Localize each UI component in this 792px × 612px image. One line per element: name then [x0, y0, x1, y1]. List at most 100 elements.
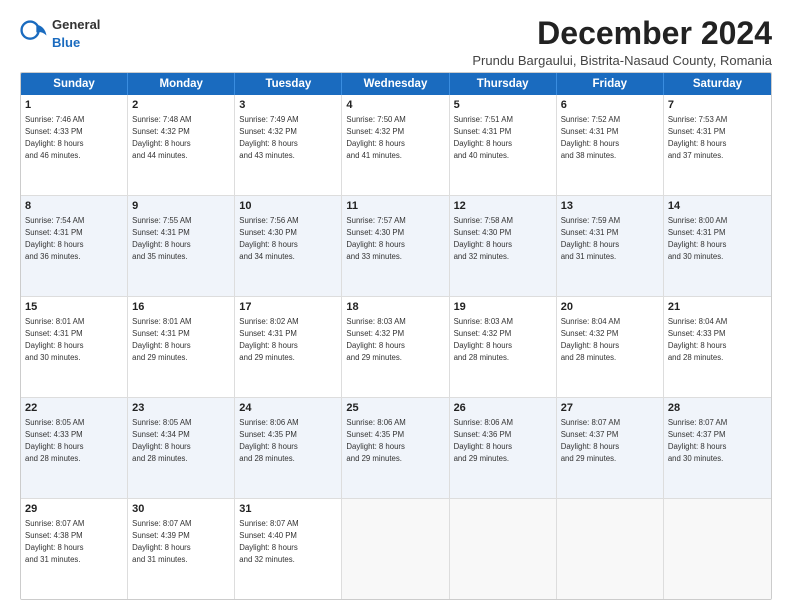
- empty-cell: [342, 499, 449, 599]
- day-number: 16: [132, 300, 230, 315]
- day-cell-24: 24 Sunrise: 8:06 AM Sunset: 4:35 PM Dayli…: [235, 398, 342, 498]
- day-number: 26: [454, 401, 552, 416]
- day-number: 15: [25, 300, 123, 315]
- header-day-thursday: Thursday: [450, 73, 557, 95]
- day-info: Sunrise: 7:54 AM Sunset: 4:31 PM Dayligh…: [25, 216, 84, 261]
- day-number: 22: [25, 401, 123, 416]
- day-cell-31: 31 Sunrise: 8:07 AM Sunset: 4:40 PM Dayli…: [235, 499, 342, 599]
- header-day-sunday: Sunday: [21, 73, 128, 95]
- empty-cell: [664, 499, 771, 599]
- day-cell-18: 18Sunrise: 8:03 AM Sunset: 4:32 PM Dayli…: [342, 297, 449, 397]
- day-cell-29: 29Sunrise: 8:07 AM Sunset: 4:38 PM Dayli…: [21, 499, 128, 599]
- day-info: Sunrise: 7:57 AM Sunset: 4:30 PM Dayligh…: [346, 216, 405, 261]
- day-info: Sunrise: 8:06 AM Sunset: 4:35 PM Dayligh…: [346, 418, 405, 463]
- day-number: 30: [132, 502, 230, 517]
- header: General Blue December 2024 Prundu Bargau…: [20, 16, 772, 68]
- day-info: Sunrise: 7:50 AM Sunset: 4:32 PM Dayligh…: [346, 115, 405, 160]
- day-cell-6: 6 Sunrise: 7:52 AM Sunset: 4:31 PM Daylig…: [557, 95, 664, 195]
- logo-general: General Blue: [52, 16, 100, 52]
- day-info: Sunrise: 7:55 AM Sunset: 4:31 PM Dayligh…: [132, 216, 191, 261]
- day-info: Sunrise: 8:07 AM Sunset: 4:38 PM Dayligh…: [25, 519, 84, 564]
- title-block: December 2024 Prundu Bargaului, Bistrita…: [472, 16, 772, 68]
- day-cell-13: 13 Sunrise: 7:59 AM Sunset: 4:31 PM Dayli…: [557, 196, 664, 296]
- day-info: Sunrise: 8:07 AM Sunset: 4:37 PM Dayligh…: [561, 418, 620, 463]
- day-number: 13: [561, 199, 659, 214]
- day-info: Sunrise: 7:51 AM Sunset: 4:31 PM Dayligh…: [454, 115, 513, 160]
- day-cell-7: 7 Sunrise: 7:53 AM Sunset: 4:31 PM Daylig…: [664, 95, 771, 195]
- day-cell-19: 19Sunrise: 8:03 AM Sunset: 4:32 PM Dayli…: [450, 297, 557, 397]
- day-cell-16: 16 Sunrise: 8:01 AM Sunset: 4:31 PM Dayli…: [128, 297, 235, 397]
- day-info: Sunrise: 8:03 AM Sunset: 4:32 PM Dayligh…: [346, 317, 405, 362]
- day-cell-23: 23 Sunrise: 8:05 AM Sunset: 4:34 PM Dayli…: [128, 398, 235, 498]
- calendar-body: 1Sunrise: 7:46 AM Sunset: 4:33 PM Daylig…: [21, 95, 771, 599]
- day-cell-2: 2Sunrise: 7:48 AM Sunset: 4:32 PM Daylig…: [128, 95, 235, 195]
- day-number: 1: [25, 98, 123, 113]
- day-number: 21: [668, 300, 767, 315]
- calendar: SundayMondayTuesdayWednesdayThursdayFrid…: [20, 72, 772, 600]
- day-number: 28: [668, 401, 767, 416]
- header-day-saturday: Saturday: [664, 73, 771, 95]
- day-cell-4: 4 Sunrise: 7:50 AM Sunset: 4:32 PM Daylig…: [342, 95, 449, 195]
- calendar-row-4: 22 Sunrise: 8:05 AM Sunset: 4:33 PM Dayli…: [21, 398, 771, 499]
- day-number: 17: [239, 300, 337, 315]
- day-number: 31: [239, 502, 337, 517]
- day-number: 6: [561, 98, 659, 113]
- day-cell-30: 30Sunrise: 8:07 AM Sunset: 4:39 PM Dayli…: [128, 499, 235, 599]
- header-day-friday: Friday: [557, 73, 664, 95]
- day-info: Sunrise: 8:01 AM Sunset: 4:31 PM Dayligh…: [25, 317, 84, 362]
- logo-icon: [20, 20, 48, 48]
- day-info: Sunrise: 7:53 AM Sunset: 4:31 PM Dayligh…: [668, 115, 727, 160]
- day-cell-10: 10 Sunrise: 7:56 AM Sunset: 4:30 PM Dayli…: [235, 196, 342, 296]
- day-cell-5: 5 Sunrise: 7:51 AM Sunset: 4:31 PM Daylig…: [450, 95, 557, 195]
- day-cell-15: 15 Sunrise: 8:01 AM Sunset: 4:31 PM Dayli…: [21, 297, 128, 397]
- day-number: 27: [561, 401, 659, 416]
- day-info: Sunrise: 7:59 AM Sunset: 4:31 PM Dayligh…: [561, 216, 620, 261]
- day-number: 7: [668, 98, 767, 113]
- day-info: Sunrise: 8:03 AM Sunset: 4:32 PM Dayligh…: [454, 317, 513, 362]
- empty-cell: [557, 499, 664, 599]
- day-cell-12: 12 Sunrise: 7:58 AM Sunset: 4:30 PM Dayli…: [450, 196, 557, 296]
- header-day-monday: Monday: [128, 73, 235, 95]
- day-number: 9: [132, 199, 230, 214]
- day-cell-17: 17Sunrise: 8:02 AM Sunset: 4:31 PM Dayli…: [235, 297, 342, 397]
- day-number: 14: [668, 199, 767, 214]
- day-cell-22: 22 Sunrise: 8:05 AM Sunset: 4:33 PM Dayli…: [21, 398, 128, 498]
- day-number: 23: [132, 401, 230, 416]
- day-number: 5: [454, 98, 552, 113]
- subtitle: Prundu Bargaului, Bistrita-Nasaud County…: [472, 53, 772, 68]
- day-cell-14: 14 Sunrise: 8:00 AM Sunset: 4:31 PM Dayli…: [664, 196, 771, 296]
- day-number: 20: [561, 300, 659, 315]
- day-info: Sunrise: 7:58 AM Sunset: 4:30 PM Dayligh…: [454, 216, 513, 261]
- header-day-wednesday: Wednesday: [342, 73, 449, 95]
- day-info: Sunrise: 8:07 AM Sunset: 4:40 PM Dayligh…: [239, 519, 298, 564]
- day-info: Sunrise: 8:05 AM Sunset: 4:34 PM Dayligh…: [132, 418, 191, 463]
- day-number: 10: [239, 199, 337, 214]
- day-number: 8: [25, 199, 123, 214]
- day-number: 4: [346, 98, 444, 113]
- day-cell-8: 8 Sunrise: 7:54 AM Sunset: 4:31 PM Daylig…: [21, 196, 128, 296]
- day-cell-20: 20 Sunrise: 8:04 AM Sunset: 4:32 PM Dayli…: [557, 297, 664, 397]
- empty-cell: [450, 499, 557, 599]
- day-number: 12: [454, 199, 552, 214]
- day-info: Sunrise: 8:04 AM Sunset: 4:32 PM Dayligh…: [561, 317, 620, 362]
- day-info: Sunrise: 8:05 AM Sunset: 4:33 PM Dayligh…: [25, 418, 84, 463]
- day-info: Sunrise: 8:00 AM Sunset: 4:31 PM Dayligh…: [668, 216, 727, 261]
- day-info: Sunrise: 7:49 AM Sunset: 4:32 PM Dayligh…: [239, 115, 298, 160]
- day-cell-1: 1Sunrise: 7:46 AM Sunset: 4:33 PM Daylig…: [21, 95, 128, 195]
- day-info: Sunrise: 7:52 AM Sunset: 4:31 PM Dayligh…: [561, 115, 620, 160]
- day-number: 24: [239, 401, 337, 416]
- day-info: Sunrise: 8:04 AM Sunset: 4:33 PM Dayligh…: [668, 317, 727, 362]
- day-number: 25: [346, 401, 444, 416]
- day-info: Sunrise: 8:07 AM Sunset: 4:37 PM Dayligh…: [668, 418, 727, 463]
- day-number: 2: [132, 98, 230, 113]
- day-number: 3: [239, 98, 337, 113]
- calendar-row-5: 29Sunrise: 8:07 AM Sunset: 4:38 PM Dayli…: [21, 499, 771, 599]
- logo: General Blue: [20, 16, 100, 52]
- header-day-tuesday: Tuesday: [235, 73, 342, 95]
- page: General Blue December 2024 Prundu Bargau…: [0, 0, 792, 612]
- day-info: Sunrise: 8:01 AM Sunset: 4:31 PM Dayligh…: [132, 317, 191, 362]
- day-info: Sunrise: 7:56 AM Sunset: 4:30 PM Dayligh…: [239, 216, 298, 261]
- day-info: Sunrise: 8:06 AM Sunset: 4:36 PM Dayligh…: [454, 418, 513, 463]
- day-info: Sunrise: 8:06 AM Sunset: 4:35 PM Dayligh…: [239, 418, 298, 463]
- calendar-row-2: 8 Sunrise: 7:54 AM Sunset: 4:31 PM Daylig…: [21, 196, 771, 297]
